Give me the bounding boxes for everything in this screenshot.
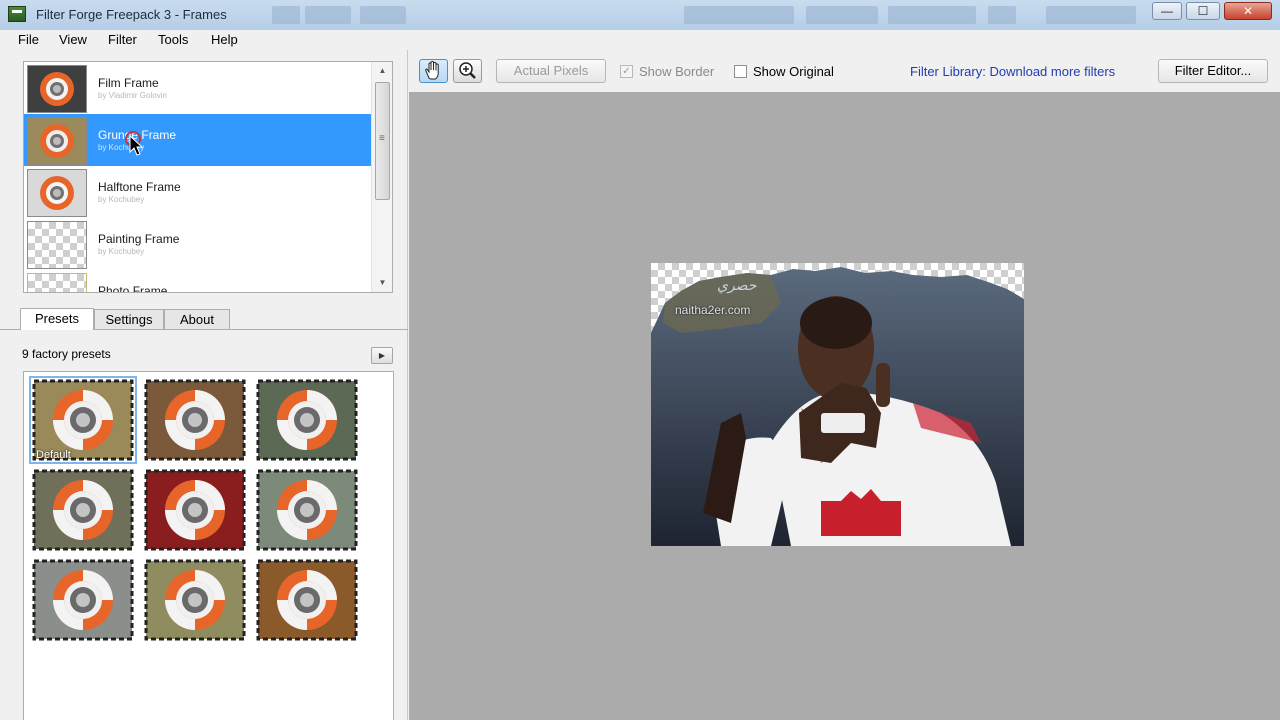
preset-menu-arrow-button[interactable]: ▶ — [371, 347, 393, 364]
filter-library-link[interactable]: Filter Library: Download more filters — [910, 64, 1115, 79]
preset-thumbnail[interactable] — [142, 467, 248, 553]
show-border-label: Show Border — [639, 64, 715, 79]
filter-list-item[interactable]: Film Frame by Vladimir Golovin — [24, 62, 371, 114]
menu-filter[interactable]: Filter — [108, 32, 137, 47]
lifebuoy-icon — [144, 559, 246, 641]
filter-list: Film Frame by Vladimir Golovin Grunge Fr… — [23, 61, 393, 293]
background-window-ghost — [272, 6, 300, 24]
preset-thumbnail[interactable] — [254, 377, 360, 463]
zoom-icon — [459, 62, 476, 79]
filter-thumbnail — [27, 169, 87, 217]
preview-image: حصري naitha2er.com — [651, 263, 1024, 546]
lifebuoy-icon — [256, 469, 358, 551]
lifebuoy-icon — [256, 379, 358, 461]
hand-tool-button[interactable] — [419, 59, 448, 83]
lifebuoy-icon — [32, 559, 134, 641]
filter-name: Photo Frame — [98, 284, 168, 293]
scroll-down-arrow-icon[interactable]: ▼ — [372, 274, 392, 291]
show-border-checkbox[interactable]: ✓ — [620, 65, 633, 78]
tab-settings[interactable]: Settings — [94, 309, 164, 329]
filter-list-scrollbar[interactable]: ▲ ▼ — [371, 62, 392, 292]
filter-name: Halftone Frame — [98, 180, 181, 194]
filter-thumbnail — [27, 65, 87, 113]
filter-forge-app-icon — [8, 6, 26, 22]
background-window-ghost — [988, 6, 1016, 24]
filter-name: Film Frame — [98, 76, 159, 90]
lifebuoy-icon — [144, 469, 246, 551]
window-title: Filter Forge Freepack 3 - Frames — [36, 7, 227, 22]
background-window-ghost — [806, 6, 878, 24]
filter-thumbnail — [27, 221, 87, 269]
scrollbar-thumb[interactable] — [375, 82, 390, 200]
preset-thumbnail[interactable] — [254, 467, 360, 553]
show-original-label: Show Original — [753, 64, 834, 79]
filter-thumbnail — [27, 117, 87, 165]
preview-canvas[interactable]: حصري naitha2er.com — [409, 92, 1280, 720]
menu-tools[interactable]: Tools — [158, 32, 188, 47]
preview-watermark-arabic: حصري — [717, 277, 757, 293]
filter-author: by Kochubey — [98, 247, 145, 256]
preset-thumbnail[interactable] — [142, 377, 248, 463]
preset-thumbnail[interactable] — [254, 557, 360, 643]
preset-label: Default — [36, 449, 71, 461]
lifebuoy-icon — [256, 559, 358, 641]
filter-author: by Kochubey — [98, 195, 145, 204]
background-window-ghost — [888, 6, 976, 24]
minimize-button[interactable]: — — [1152, 2, 1182, 20]
filter-list-item-selected[interactable]: Grunge Frame by Kochubey — [24, 114, 371, 166]
lifebuoy-icon — [32, 469, 134, 551]
background-window-ghost — [305, 6, 351, 24]
presets-count-label: 9 factory presets — [22, 347, 111, 361]
panel-tabs: Presets Settings About — [20, 308, 408, 330]
tab-about[interactable]: About — [164, 309, 230, 329]
menu-help[interactable]: Help — [211, 32, 238, 47]
scroll-up-arrow-icon[interactable]: ▲ — [372, 62, 392, 79]
show-original-checkbox[interactable] — [734, 65, 747, 78]
filter-author: by Vladimir Golovin — [98, 91, 167, 100]
menu-file[interactable]: File — [18, 32, 39, 47]
filter-editor-button[interactable]: Filter Editor... — [1158, 59, 1268, 83]
preset-grid: Default — [23, 371, 394, 720]
background-window-ghost — [1046, 6, 1136, 24]
lifebuoy-icon — [144, 379, 246, 461]
mouse-cursor-icon — [125, 131, 144, 156]
maximize-button[interactable]: ☐ — [1186, 2, 1220, 20]
tab-presets[interactable]: Presets — [20, 308, 94, 330]
close-button[interactable]: ✕ — [1224, 2, 1272, 20]
background-window-ghost — [360, 6, 406, 24]
title-bar: Filter Forge Freepack 3 - Frames — ☐ ✕ — [0, 0, 1280, 31]
background-window-ghost — [684, 6, 794, 24]
preset-thumbnail[interactable]: Default — [29, 376, 137, 464]
preview-watermark: naitha2er.com — [675, 303, 751, 317]
menu-view[interactable]: View — [59, 32, 87, 47]
filter-list-item[interactable]: Photo Frame — [24, 270, 371, 293]
preset-thumbnail[interactable] — [30, 467, 136, 553]
preset-thumbnail[interactable] — [142, 557, 248, 643]
zoom-tool-button[interactable] — [453, 59, 482, 83]
filter-thumbnail — [27, 273, 87, 292]
hand-icon — [425, 60, 439, 80]
filter-list-item[interactable]: Painting Frame by Kochubey — [24, 218, 371, 270]
preset-thumbnail[interactable] — [30, 557, 136, 643]
preview-toolbar: Actual Pixels ✓ Show Border Show Origina… — [409, 50, 1280, 92]
menu-bar: File View Filter Tools Help — [0, 30, 1280, 50]
filter-list-item[interactable]: Halftone Frame by Kochubey — [24, 166, 371, 218]
filter-name: Painting Frame — [98, 232, 180, 246]
actual-pixels-button[interactable]: Actual Pixels — [496, 59, 606, 83]
